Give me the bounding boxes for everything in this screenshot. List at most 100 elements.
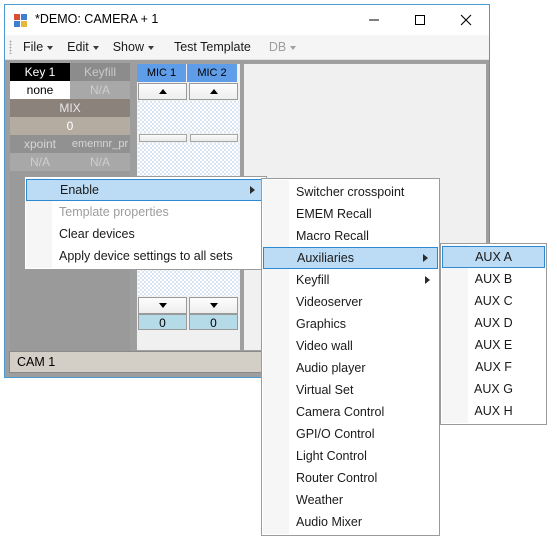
mix-label-row: MIX [10,99,130,117]
context-menu-item-enable-label: Enable [60,183,99,197]
key1-header[interactable]: Key 1 [10,63,70,81]
context-menu-item-apply-device-settings[interactable]: Apply device settings to all sets [25,245,266,267]
device-menu-item-audio-player[interactable]: Audio player [262,357,439,379]
device-menu-item-emem-recall[interactable]: EMEM Recall [262,203,439,225]
device-menu-item-weather[interactable]: Weather [262,489,439,511]
ememnr-header[interactable]: ememnr_pr [70,135,130,153]
device-menu-item-audio-mixer-label: Audio Mixer [296,515,362,529]
device-menu-item-graphics-label: Graphics [296,317,347,331]
device-menu-item-router-control-label: Router Control [296,471,378,485]
device-menu-item-video-wall[interactable]: Video wall [262,335,439,357]
chevron-down-icon [92,46,99,50]
mic1-header[interactable]: MIC 1 [137,64,187,82]
aux-menu-item-g[interactable]: AUX G [441,378,546,400]
context-menu-item-clear-devices[interactable]: Clear devices [25,223,266,245]
aux-menu-item-g-label: AUX G [474,382,513,396]
menu-show[interactable]: Show [106,37,161,57]
aux-menu-item-c[interactable]: AUX C [441,290,546,312]
device-menu-item-macro-recall[interactable]: Macro Recall [262,225,439,247]
context-menu-item-template-properties-label: Template properties [59,205,169,219]
aux-menu-item-h[interactable]: AUX H [441,400,546,422]
context-menu-item-clear-devices-label: Clear devices [59,227,135,241]
xpoint-value[interactable]: N/A [10,153,70,171]
device-menu-item-switcher-crosspoint[interactable]: Switcher crosspoint [262,181,439,203]
device-menu-item-videoserver[interactable]: Videoserver [262,291,439,313]
menu-edit[interactable]: Edit [60,37,106,57]
device-menu-item-videoserver-label: Videoserver [296,295,363,309]
aux-menu-item-a[interactable]: AUX A [442,246,545,268]
device-menu-item-gpio-control[interactable]: GPI/O Control [262,423,439,445]
aux-menu-item-f-label: AUX F [475,360,512,374]
menu-show-label: Show [112,40,144,54]
device-menu-item-camera-control-label: Camera Control [296,405,385,419]
device-menu-item-graphics[interactable]: Graphics [262,313,439,335]
device-menu-item-router-control[interactable]: Router Control [262,467,439,489]
aux-menu-item-f[interactable]: AUX F [441,356,546,378]
mic1-value[interactable]: 0 [138,314,187,330]
context-menu-item-enable[interactable]: Enable [26,179,265,201]
mix-label[interactable]: MIX [10,99,130,117]
device-menu-item-keyfill[interactable]: Keyfill [262,269,439,291]
app-window-icon [14,14,27,27]
menu-db: DB [262,37,303,57]
menu-db-label: DB [268,40,287,54]
menu-file-label: File [23,40,44,54]
mic2-slider[interactable] [190,134,238,142]
device-menu-item-weather-label: Weather [296,493,344,507]
mic2-down-button[interactable] [189,297,238,314]
device-menu-item-auxiliaries[interactable]: Auxiliaries [263,247,438,269]
window-title: *DEMO: CAMERA + 1 [35,12,159,26]
key1-value[interactable]: none [10,81,70,99]
device-menu-item-light-control[interactable]: Light Control [262,445,439,467]
maximize-button[interactable] [397,5,443,35]
keyfill-value[interactable]: N/A [70,81,130,99]
context-menu-item-template-properties: Template properties [25,201,266,223]
mix-value-row: 0 [10,117,130,135]
minimize-button[interactable] [351,5,397,35]
menubar-grip[interactable] [9,40,12,54]
context-menu: Enable Template properties Clear devices… [24,176,267,270]
device-menu-item-camera-control[interactable]: Camera Control [262,401,439,423]
mic1-down-button[interactable] [138,297,187,314]
chevron-down-icon [47,46,54,50]
keyfill-header[interactable]: Keyfill [70,63,130,81]
chevron-right-icon [425,276,430,284]
xpoint-value-row: N/A N/A [10,153,130,171]
ememnr-value[interactable]: N/A [70,153,130,171]
aux-menu-item-d[interactable]: AUX D [441,312,546,334]
close-button[interactable] [443,5,489,35]
mic2-value[interactable]: 0 [189,314,238,330]
menu-test-template-label: Test Template [173,40,251,54]
triangle-up-icon [209,89,218,94]
menu-test-template[interactable]: Test Template [167,37,258,57]
aux-menu-item-d-label: AUX D [474,316,513,330]
menu-file[interactable]: File [16,37,60,57]
device-menu-item-video-wall-label: Video wall [296,339,353,353]
window-controls [351,5,489,35]
mic-slider-row [137,134,240,142]
mic-upper-hatch-area [138,101,239,133]
mic1-slider[interactable] [139,134,187,142]
mix-value[interactable]: 0 [10,117,130,135]
device-menu-item-audio-player-label: Audio player [296,361,366,375]
aux-menu-item-b-label: AUX B [474,272,513,286]
mic1-up-button[interactable] [138,83,187,100]
aux-menu-item-e[interactable]: AUX E [441,334,546,356]
mic-value-row: 0 0 [137,314,240,330]
xpoint-header[interactable]: xpoint [10,135,70,153]
triangle-down-icon [158,303,167,308]
aux-menu-item-e-label: AUX E [474,338,513,352]
device-menu-item-virtual-set[interactable]: Virtual Set [262,379,439,401]
device-menu-item-switcher-crosspoint-label: Switcher crosspoint [296,185,405,199]
device-submenu: Switcher crosspoint EMEM Recall Macro Re… [261,178,440,536]
device-menu-item-audio-mixer[interactable]: Audio Mixer [262,511,439,533]
device-menu-item-auxiliaries-label: Auxiliaries [297,251,354,265]
mic2-up-button[interactable] [189,83,238,100]
aux-menu-item-b[interactable]: AUX B [441,268,546,290]
window-titlebar[interactable]: *DEMO: CAMERA + 1 [5,5,489,35]
xpoint-header-row: xpoint ememnr_pr [10,135,130,153]
mic2-header[interactable]: MIC 2 [187,64,237,82]
mic-header-row: MIC 1 MIC 2 [137,64,240,82]
device-menu-item-light-control-label: Light Control [296,449,367,463]
device-menu-item-virtual-set-label: Virtual Set [296,383,354,397]
